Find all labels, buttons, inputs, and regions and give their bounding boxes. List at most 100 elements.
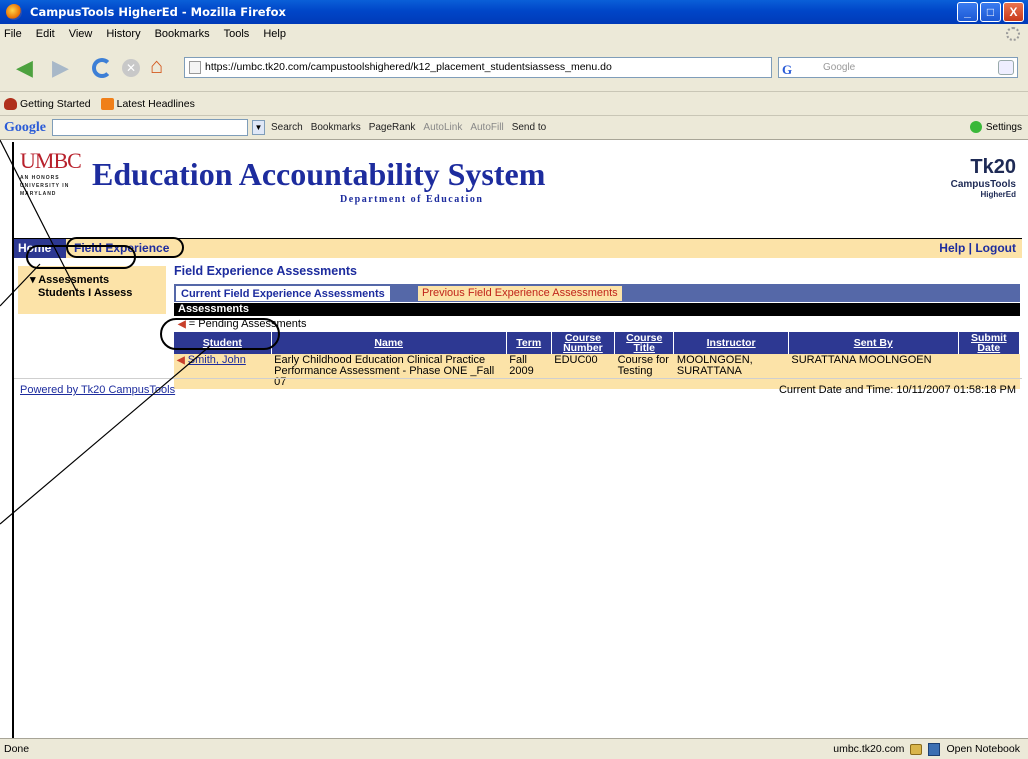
google-toolbar-input[interactable] (52, 119, 248, 136)
rss-icon (100, 97, 114, 110)
google-bookmarks-button[interactable]: Bookmarks (311, 122, 361, 133)
menu-bar: File Edit View History Bookmarks Tools H… (0, 24, 1028, 44)
sidebar-item-label: Assessments (38, 274, 110, 286)
tab-previous-assessments[interactable]: Previous Field Experience Assessments (418, 286, 622, 301)
site-banner: UMBC AN HONORS UNIVERSITY IN MARYLAND Ed… (14, 142, 1022, 238)
throbber-icon (1006, 27, 1020, 41)
pending-legend: ◀ = Pending Assessments (174, 316, 1020, 332)
magnifier-icon[interactable] (998, 60, 1014, 75)
menu-bookmarks[interactable]: Bookmarks (155, 28, 210, 40)
highlight-student-link (160, 318, 280, 350)
col-term[interactable]: Term (506, 332, 552, 354)
cell-course-number: EDUC00 (551, 354, 615, 389)
footer-divider (14, 378, 1022, 379)
autolink-button[interactable]: AutoLink (423, 122, 462, 133)
triangle-down-icon: ▾ (30, 274, 36, 286)
maximize-button[interactable]: □ (980, 2, 1001, 22)
settings-button[interactable]: Settings (969, 121, 1022, 133)
umbc-wordmark: UMBC (20, 148, 82, 173)
menu-file[interactable]: File (4, 28, 22, 40)
bookmark-label: Getting Started (20, 97, 91, 110)
tab-bar: Current Field Experience Assessments Pre… (174, 284, 1020, 302)
bookmarks-toolbar: Getting Started Latest Headlines (0, 92, 1028, 116)
umbc-logo: UMBC AN HONORS UNIVERSITY IN MARYLAND (20, 148, 88, 218)
search-placeholder: Google (823, 62, 856, 73)
menu-tools[interactable]: Tools (224, 28, 250, 40)
google-search-icon: G (782, 62, 793, 77)
navigation-toolbar: ◀ ▶ ✕ ⌂ https://umbc.tk20.com/campustool… (0, 44, 1028, 92)
pagerank-indicator[interactable]: PageRank (369, 122, 416, 133)
autofill-button[interactable]: AutoFill (470, 122, 503, 133)
sidebar-item-assessments[interactable]: ▾ Assessments (30, 273, 109, 286)
tab-current-assessments[interactable]: Current Field Experience Assessments (176, 286, 390, 301)
highlight-assessments (26, 245, 136, 269)
umbc-tagline: AN HONORS UNIVERSITY IN MARYLAND (20, 175, 70, 197)
open-notebook-link[interactable]: Open Notebook (946, 739, 1020, 759)
col-name[interactable]: Name (271, 332, 507, 354)
tk20-wordmark: Tk20 (970, 156, 1016, 178)
col-instructor[interactable]: Instructor (673, 332, 789, 354)
settings-label: Settings (985, 121, 1022, 133)
page-title: Education Accountability System (92, 156, 546, 192)
col-course-number[interactable]: Course Number (551, 332, 616, 354)
url-bar[interactable]: https://umbc.tk20.com/campustoolshighere… (184, 57, 772, 78)
window-controls: _ □ X (957, 2, 1024, 22)
stop-icon[interactable]: ✕ (122, 59, 140, 77)
assessments-table: Student Name Term Course Number Course T… (174, 332, 1021, 389)
menu-edit[interactable]: Edit (36, 28, 55, 40)
cell-student: ◀ Smith, John (174, 354, 272, 389)
home-icon[interactable]: ⌂ (150, 55, 163, 77)
back-arrow-icon[interactable]: ◀ (16, 57, 33, 79)
powered-by-link[interactable]: Powered by Tk20 CampusTools (20, 384, 175, 396)
student-link[interactable]: Smith, John (188, 354, 246, 366)
bookmark-getting-started[interactable]: Getting Started (4, 97, 91, 110)
search-input[interactable]: G Google (778, 57, 1018, 78)
col-submit-date[interactable]: Submit Date (958, 332, 1021, 354)
menu-view[interactable]: View (69, 28, 93, 40)
cell-term: Fall 2009 (506, 354, 552, 389)
status-text: Done (4, 743, 30, 755)
current-datetime: Current Date and Time: 10/11/2007 01:58:… (778, 384, 1016, 396)
logout-link[interactable]: Logout (975, 241, 1016, 255)
notebook-icon[interactable] (928, 742, 941, 756)
status-right: umbc.tk20.com Open Notebook (833, 739, 1020, 759)
col-sent-by[interactable]: Sent By (788, 332, 959, 354)
cell-name: Early Childhood Education Clinical Pract… (271, 354, 507, 389)
help-link[interactable]: Help (939, 241, 965, 255)
main-panel: Field Experience Assessments Current Fie… (174, 262, 1021, 389)
menu-help[interactable]: Help (263, 28, 286, 40)
chevron-down-icon[interactable]: ▼ (252, 120, 265, 135)
page-icon (189, 61, 201, 74)
sidebar: ▾ Assessments Students I Assess (18, 266, 166, 314)
menu-history[interactable]: History (106, 28, 140, 40)
minimize-button[interactable]: _ (957, 2, 978, 22)
tk20-line2: HigherEd (980, 190, 1016, 199)
window-title: CampusTools HigherEd - Mozilla Firefox (30, 5, 286, 19)
status-domain: umbc.tk20.com (833, 743, 905, 755)
close-button[interactable]: X (1003, 2, 1024, 22)
lock-icon[interactable] (910, 743, 923, 755)
firefox-icon (6, 4, 22, 20)
cell-instructor: MOOLNGOEN, SURATTANA (673, 354, 789, 389)
status-bar: Done umbc.tk20.com Open Notebook (0, 738, 1028, 759)
bookmark-label: Latest Headlines (116, 97, 195, 110)
tk20-logo: Tk20 CampusTools HigherEd (951, 156, 1016, 199)
firefox-bookmark-icon (4, 97, 17, 110)
send-to-button[interactable]: Send to (512, 122, 546, 133)
forward-arrow-icon[interactable]: ▶ (52, 57, 69, 79)
reload-icon[interactable] (92, 58, 112, 78)
window-titlebar: CampusTools HigherEd - Mozilla Firefox _… (0, 0, 1028, 24)
sidebar-item-students-i-assess[interactable]: Students I Assess (38, 287, 132, 299)
google-logo: Google (4, 119, 46, 135)
page-content: UMBC AN HONORS UNIVERSITY IN MARYLAND Ed… (12, 142, 1022, 738)
section-heading: Field Experience Assessments (174, 264, 357, 278)
bookmark-latest-headlines[interactable]: Latest Headlines (100, 97, 195, 110)
google-toolbar: Google ▼ Search Bookmarks PageRank AutoL… (0, 116, 1028, 140)
table-header-row: Student Name Term Course Number Course T… (174, 332, 1021, 354)
settings-icon (969, 121, 982, 133)
tk20-line1: CampusTools (950, 179, 1016, 190)
google-search-button[interactable]: Search (271, 122, 303, 133)
cell-course-title: Course for Testing (614, 354, 674, 389)
nav-right-links: Help | Logout (939, 241, 1016, 255)
col-course-title[interactable]: Course Title (614, 332, 675, 354)
